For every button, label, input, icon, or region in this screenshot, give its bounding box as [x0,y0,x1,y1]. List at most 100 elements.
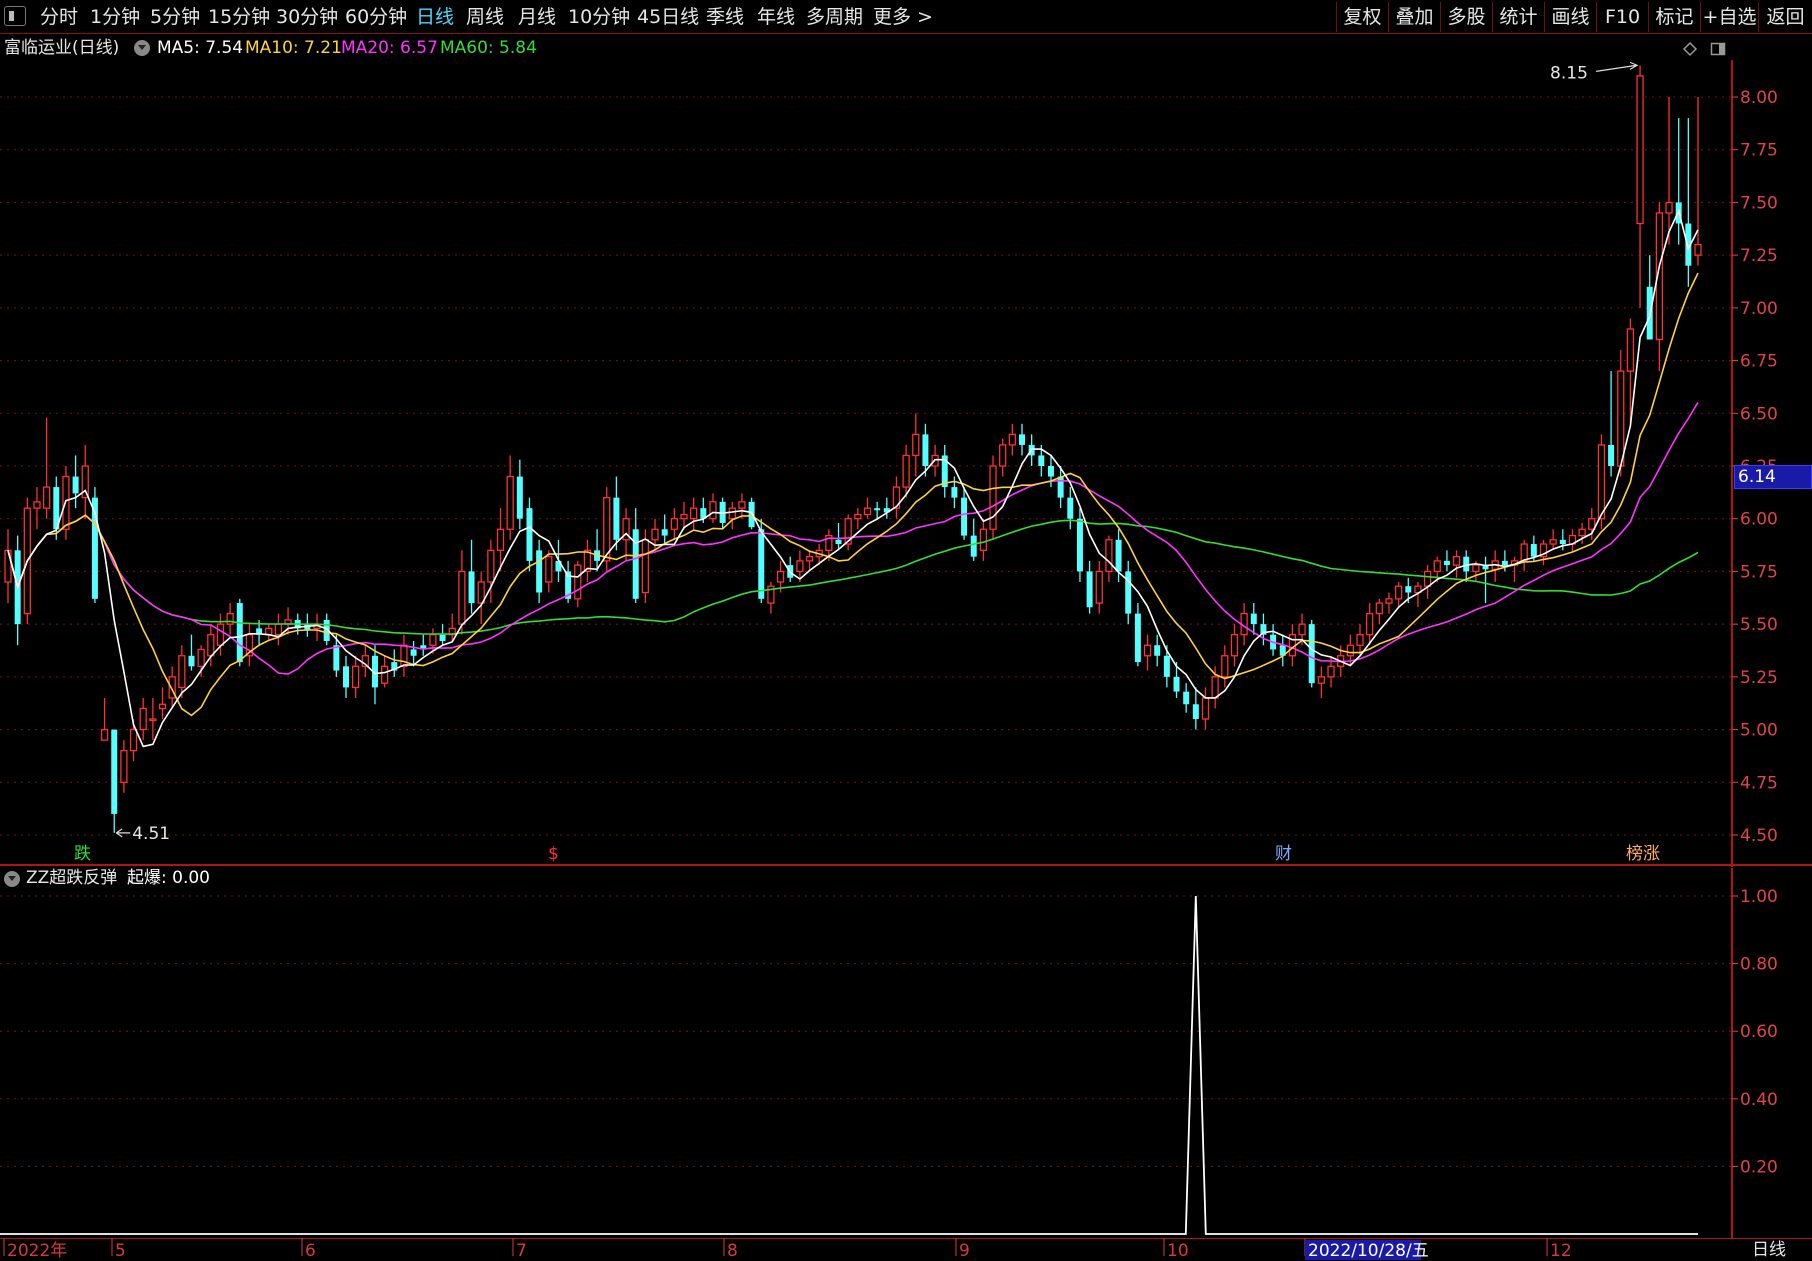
tab-1min[interactable]: 1分钟 [90,4,140,30]
tab-10min[interactable]: 10分钟 [568,4,630,30]
candle-body [1143,644,1152,657]
candle-body [1105,539,1113,573]
candle [574,560,582,608]
candle-body [1375,602,1383,615]
candle [1549,529,1557,551]
statistics-button[interactable]: 统计 [1492,2,1544,32]
candle-body [1154,645,1161,656]
tab-fenshi[interactable]: 分时 [40,4,78,30]
candle [1375,598,1383,625]
tab-60min[interactable]: 60分钟 [345,4,407,30]
diamond-icon[interactable] [1682,41,1698,57]
candle [1694,97,1702,266]
candle-body [1115,539,1122,572]
candle-body [1125,571,1132,614]
candle-body [496,528,505,551]
candle-body [1163,655,1170,677]
candle-body [951,487,958,498]
ma10-label: MA10: 7.21 [245,38,342,58]
tick-label: 6.75 [1740,352,1778,372]
candle-body [632,529,639,599]
tab-multi-period[interactable]: 多周期 [806,4,863,30]
candle [400,634,408,677]
candle-body [4,549,12,583]
candle-body [1230,634,1239,657]
tab-yearly[interactable]: 年线 [757,4,795,30]
candle [91,487,98,604]
candle-body [1694,243,1702,256]
date-label: 10 [1167,1241,1189,1261]
candle-body [1250,613,1257,625]
candle-body [1472,564,1480,573]
tab-quarterly[interactable]: 季线 [706,4,744,30]
candle-body [487,549,495,583]
candle [583,539,592,582]
candle-body [670,518,678,530]
candle-body [506,475,514,530]
candle-body [343,666,349,688]
fuquan-button[interactable]: 复权 [1336,2,1388,32]
candle [536,539,543,604]
tab-weekly[interactable]: 周线 [466,4,504,30]
candle-body [748,501,755,528]
tab-more[interactable]: 更多 > [873,4,933,30]
tab-monthly[interactable]: 月线 [518,4,556,30]
candle [1230,624,1239,667]
indicator-chart[interactable]: 1.00 0.80 0.60 0.40 0.20 [0,868,1812,1238]
candle-body [1530,544,1537,557]
tab-5min[interactable]: 5分钟 [150,4,200,30]
candle-body [380,665,389,684]
candle-body [989,465,997,530]
candle [902,444,910,498]
candle [1520,539,1528,572]
candle-body [1008,433,1016,446]
mark-button[interactable]: 标记 [1648,2,1700,32]
tick-label: 7.25 [1740,246,1778,266]
candle [941,444,948,498]
candle-body [545,556,553,583]
candle-body [776,570,785,583]
tick-label: 5.25 [1740,668,1778,688]
tab-45day[interactable]: 45日线 [637,4,699,30]
high-price-label: 8.15 [1550,63,1588,83]
candle-body [236,603,243,663]
candle [506,455,514,540]
candle-body [516,476,523,519]
add-watchlist-button[interactable]: +自选 [1700,2,1758,32]
f10-button[interactable]: F10 [1596,2,1648,32]
candle [1317,666,1326,698]
candle [709,493,717,523]
candle [738,493,746,519]
overlay-button[interactable]: 叠加 [1388,2,1440,32]
candle-body [690,507,698,520]
window-menu-icon[interactable] [4,6,26,26]
tab-daily[interactable]: 日线 [416,4,454,30]
candle-body [912,433,920,457]
marker-die: 跌 [74,844,91,864]
candle [1008,423,1016,456]
panel-toggle-icon[interactable] [1710,41,1726,57]
marker-dollar: $ [548,844,559,864]
tab-15min[interactable]: 15分钟 [208,4,270,30]
candlesticks [4,65,1702,833]
period-toolbar: 分时 1分钟 5分钟 15分钟 30分钟 60分钟 日线 周线 月线 10分钟 … [0,0,1812,34]
candle-body [1597,444,1606,520]
candle [226,603,234,635]
draw-line-button[interactable]: 画线 [1544,2,1596,32]
candle [690,497,698,530]
multi-stock-button[interactable]: 多股 [1440,2,1492,32]
tab-30min[interactable]: 30分钟 [276,4,338,30]
kline-chart[interactable]: 8.007.757.507.257.006.756.506.256.005.75… [0,60,1812,867]
candle-body [1134,613,1141,663]
ma-settings-icon[interactable] [134,40,150,56]
candle [1655,202,1664,372]
ma5-line [7,208,1699,748]
candle-body [468,571,475,604]
candle-body [188,655,195,667]
candle [1134,603,1141,667]
candle [1578,522,1586,545]
candle-body [111,729,118,814]
candle [245,624,254,667]
back-button[interactable]: 返回 [1758,2,1812,32]
candle [892,476,901,519]
